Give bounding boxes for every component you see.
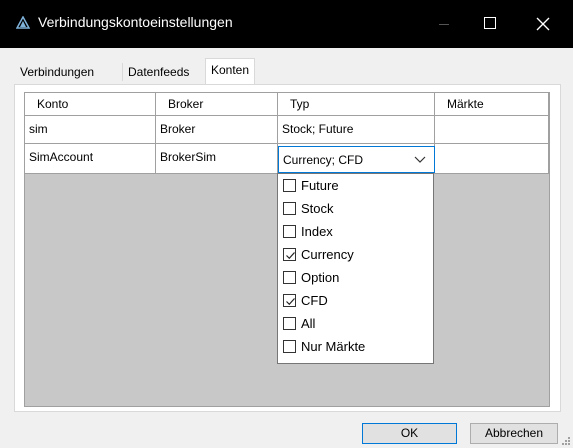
cell-konto[interactable]: sim (25, 116, 156, 143)
option-label: Nur Märkte (301, 339, 366, 354)
close-button[interactable] (520, 0, 566, 48)
typ-combobox[interactable]: Currency; CFD (278, 146, 435, 173)
option-label: Currency (301, 247, 354, 262)
typ-dropdown-list: Future Stock Index Currency Option CFD A… (277, 173, 434, 364)
window-title: Verbindungskontoeinstellungen (38, 14, 233, 30)
column-header-typ[interactable]: Typ (278, 93, 435, 115)
option-label: Future (301, 178, 339, 193)
option-label: Stock (301, 201, 334, 216)
column-header-konto[interactable]: Konto (25, 93, 156, 115)
checkbox[interactable] (283, 271, 296, 284)
combobox-value: Currency; CFD (283, 153, 364, 167)
ok-button[interactable]: OK (362, 423, 457, 444)
cancel-button[interactable]: Abbrechen (470, 423, 558, 444)
checkmark-icon (286, 298, 295, 306)
checkmark-icon (286, 252, 295, 260)
cell-typ[interactable]: Stock; Future (278, 116, 435, 143)
minimize-icon (439, 24, 449, 25)
tab-verbindungen[interactable]: Verbindungen (16, 61, 98, 83)
checkbox-checked[interactable] (283, 248, 296, 261)
app-logo-icon (15, 15, 31, 30)
maximize-icon (484, 17, 496, 29)
resize-grip-icon[interactable] (561, 436, 571, 446)
maximize-button[interactable] (467, 0, 513, 48)
cell-maerkte[interactable] (435, 144, 549, 173)
option-label: All (301, 316, 316, 331)
close-icon (536, 17, 550, 31)
cell-konto[interactable]: SimAccount (25, 144, 156, 173)
checkbox[interactable] (283, 340, 296, 353)
chevron-down-icon (414, 156, 426, 163)
settings-dialog: Verbindungskontoeinstellungen Verbindung… (0, 0, 573, 448)
column-header-maerkte[interactable]: Märkte (435, 93, 549, 115)
option-label: CFD (301, 293, 328, 308)
option-label: Index (301, 224, 333, 239)
title-bar[interactable]: Verbindungskontoeinstellungen (0, 0, 573, 48)
cell-broker[interactable]: Broker (156, 116, 278, 143)
minimize-button[interactable] (421, 0, 467, 48)
checkbox-checked[interactable] (283, 294, 296, 307)
tab-divider (122, 63, 123, 81)
checkbox[interactable] (283, 202, 296, 215)
checkbox[interactable] (283, 179, 296, 192)
column-header-broker[interactable]: Broker (156, 93, 278, 115)
cell-maerkte[interactable] (435, 116, 549, 143)
checkbox[interactable] (283, 225, 296, 238)
checkbox[interactable] (283, 317, 296, 330)
tab-konten[interactable]: Konten (205, 58, 256, 85)
cell-broker[interactable]: BrokerSim (156, 144, 278, 173)
tab-datenfeeds[interactable]: Datenfeeds (124, 61, 193, 83)
grid-header-row: Konto Broker Typ Märkte (25, 93, 549, 116)
table-row[interactable]: sim Broker Stock; Future (25, 116, 549, 144)
option-label: Option (301, 270, 340, 285)
